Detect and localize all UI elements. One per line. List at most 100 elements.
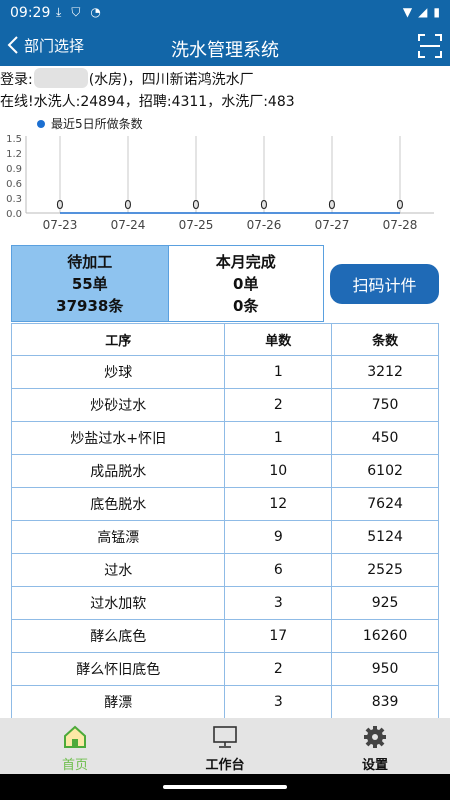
table-row[interactable]: 过水加软 3 925 <box>10 586 439 620</box>
pending-title: 待加工 <box>67 252 113 271</box>
login-suffix: (水房)，四川新诺鸿洗水厂 <box>88 72 254 88</box>
chart-svg: 最近5日所做条数 1.5 1.2 0.9 0.6 0.3 0.0 07-23 0 07-24 0 07… <box>6 116 434 232</box>
cell-process: 酵么底色 <box>10 619 226 653</box>
summary-panel: 待加工 55单 37938条 本月完成 0单 0条 <box>11 245 324 322</box>
signal-icon: ◢ <box>418 5 428 19</box>
home-icon <box>64 725 86 748</box>
y-tick-label: 0.9 <box>6 164 22 175</box>
cell-pieces: 7624 <box>331 487 439 521</box>
data-label: 0 <box>396 198 404 212</box>
cell-process: 酵漂 <box>10 685 226 719</box>
y-tick-label: 0.0 <box>6 209 22 220</box>
login-info: 登录: (水房)，四川新诺鸿洗水厂 <box>0 68 254 89</box>
wifi-icon: ▼ <box>402 5 413 19</box>
data-label: 0 <box>124 198 132 212</box>
table-row[interactable]: 底色脱水 12 7624 <box>10 487 439 521</box>
x-tick-label: 07-26 <box>247 218 282 232</box>
cell-pieces: 950 <box>331 652 439 686</box>
legend-marker <box>37 120 45 128</box>
cell-process: 炒砂过水 <box>10 388 226 422</box>
table-row[interactable]: 酵么底色 17 16260 <box>10 619 439 653</box>
data-label: 0 <box>192 198 200 212</box>
cell-process: 成品脱水 <box>10 454 226 488</box>
table-row[interactable]: 成品脱水 10 6102 <box>10 454 439 488</box>
nav-home-label: 首页 <box>61 758 88 773</box>
nav-settings-label: 设置 <box>361 758 388 773</box>
app-header: 部门选择 洗水管理系统 <box>0 28 450 66</box>
cell-orders: 9 <box>224 520 333 554</box>
bottom-nav: 首页 工作台 设置 <box>0 718 450 774</box>
month-summary[interactable]: 本月完成 0单 0条 <box>167 246 323 321</box>
monitor-icon <box>213 726 237 748</box>
y-tick-label: 1.2 <box>6 149 22 160</box>
x-tick-label: 07-25 <box>179 218 214 232</box>
home-handle[interactable] <box>163 785 287 789</box>
table-row[interactable]: 酵漂 3 839 <box>10 685 439 719</box>
gear-icon <box>364 726 386 748</box>
cell-orders: 12 <box>224 487 333 521</box>
column-header-process: 工序 <box>10 323 226 356</box>
table-row[interactable]: 炒球 1 3212 <box>10 355 439 389</box>
x-tick-label: 07-27 <box>315 218 350 232</box>
month-pieces: 0条 <box>233 296 259 315</box>
cell-pieces: 750 <box>331 388 439 422</box>
cell-process: 炒球 <box>10 355 226 389</box>
cell-process: 高锰漂 <box>10 520 226 554</box>
cell-pieces: 5124 <box>331 520 439 554</box>
cell-orders: 1 <box>224 421 333 455</box>
table-row[interactable]: 炒盐过水+怀旧 1 450 <box>10 421 439 455</box>
page-title: 洗水管理系统 <box>171 40 279 61</box>
cell-pieces: 6102 <box>331 454 439 488</box>
cell-pieces: 925 <box>331 586 439 620</box>
data-label: 0 <box>260 198 268 212</box>
legend-label: 最近5日所做条数 <box>51 116 143 131</box>
pending-orders: 55单 <box>71 274 108 293</box>
nav-workbench[interactable]: 工作台 <box>150 718 300 774</box>
scan-count-button[interactable]: 扫码计件 <box>330 264 439 304</box>
data-label: 0 <box>328 198 336 212</box>
cell-orders: 2 <box>224 388 333 422</box>
table-row[interactable]: 过水 6 2525 <box>10 553 439 587</box>
nav-workbench-label: 工作台 <box>205 758 245 773</box>
cell-process: 过水加软 <box>10 586 226 620</box>
y-tick-label: 0.3 <box>6 194 22 205</box>
cell-process: 酵么怀旧底色 <box>10 652 226 686</box>
cell-orders: 17 <box>224 619 333 653</box>
battery-icon: ▮ <box>433 5 440 19</box>
online-stats: 在线!水洗人:24894，招聘:4311，水洗厂:483 <box>0 94 295 110</box>
status-time: 09:29 <box>10 5 51 21</box>
shield-icon: ⛉ <box>71 5 81 19</box>
wifi-question-icon: ◔ <box>90 5 101 19</box>
login-prefix: 登录: <box>0 72 33 88</box>
status-bar: 09:29 ⤓ ⛉ ◔ ▼ ◢ ▮ <box>0 0 450 28</box>
cell-pieces: 3212 <box>331 355 439 389</box>
scan-frame-icon[interactable] <box>417 32 443 60</box>
table-row[interactable]: 高锰漂 9 5124 <box>10 520 439 554</box>
nav-settings[interactable]: 设置 <box>300 718 450 774</box>
cell-orders: 6 <box>224 553 333 587</box>
cell-orders: 2 <box>224 652 333 686</box>
y-tick-label: 1.5 <box>6 134 22 145</box>
cell-process: 过水 <box>10 553 226 587</box>
pending-summary[interactable]: 待加工 55单 37938条 <box>12 246 168 321</box>
column-header-pieces: 条数 <box>331 323 439 356</box>
x-tick-label: 07-23 <box>43 218 78 232</box>
table-row[interactable]: 酵么怀旧底色 2 950 <box>10 652 439 686</box>
cell-orders: 3 <box>224 586 333 620</box>
cell-process: 炒盐过水+怀旧 <box>10 421 226 455</box>
cell-orders: 1 <box>224 355 333 389</box>
month-orders: 0单 <box>233 274 259 293</box>
redacted-username <box>33 68 88 88</box>
table-header-row: 工序 单数 条数 <box>10 323 439 356</box>
cell-process: 底色脱水 <box>10 487 226 521</box>
recent-days-chart: 最近5日所做条数 1.5 1.2 0.9 0.6 0.3 0.0 07-23 0 07-24 0 07… <box>0 112 450 240</box>
nav-home[interactable]: 首页 <box>0 718 150 774</box>
cell-orders: 10 <box>224 454 333 488</box>
data-label: 0 <box>56 198 64 212</box>
download-icon: ⤓ <box>56 5 62 19</box>
cell-pieces: 450 <box>331 421 439 455</box>
cell-pieces: 839 <box>331 685 439 719</box>
system-nav-bar <box>0 774 450 800</box>
column-header-orders: 单数 <box>224 323 333 356</box>
table-row[interactable]: 炒砂过水 2 750 <box>10 388 439 422</box>
